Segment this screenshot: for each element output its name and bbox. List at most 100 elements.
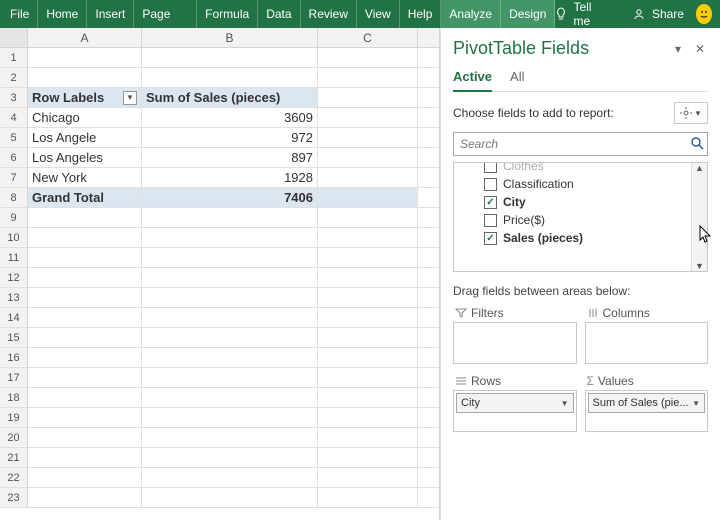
cell[interactable] — [28, 308, 142, 327]
row-header[interactable]: 23 — [0, 488, 28, 507]
cell[interactable] — [318, 108, 418, 127]
row-header[interactable]: 3 — [0, 88, 28, 107]
cell[interactable] — [318, 488, 418, 507]
cell[interactable] — [318, 208, 418, 227]
cell[interactable] — [142, 68, 318, 87]
cell[interactable]: New York — [28, 168, 142, 187]
cell[interactable] — [28, 248, 142, 267]
cell[interactable] — [28, 428, 142, 447]
field-item[interactable]: Classification — [454, 175, 707, 193]
cell[interactable] — [142, 208, 318, 227]
pane-close-icon[interactable]: ✕ — [692, 41, 708, 57]
tell-me[interactable]: Tell me — [573, 0, 603, 28]
tab-analyze[interactable]: Analyze — [441, 0, 501, 28]
cell[interactable] — [318, 268, 418, 287]
tab-formulas[interactable]: Formula — [197, 0, 258, 28]
area-columns[interactable] — [585, 322, 709, 364]
cell[interactable] — [318, 288, 418, 307]
row-header[interactable]: 2 — [0, 68, 28, 87]
cell[interactable] — [318, 128, 418, 147]
cell[interactable] — [28, 328, 142, 347]
cell[interactable] — [28, 48, 142, 67]
cell[interactable] — [28, 448, 142, 467]
column-header-b[interactable]: B — [142, 28, 318, 47]
cell[interactable] — [318, 228, 418, 247]
field-item[interactable]: City — [454, 193, 707, 211]
tab-view[interactable]: View — [357, 0, 400, 28]
cell[interactable]: 3609 — [142, 108, 318, 127]
area-values[interactable]: Sum of Sales (pie...▼ — [585, 390, 709, 432]
cell[interactable] — [142, 48, 318, 67]
row-header[interactable]: 15 — [0, 328, 28, 347]
cell[interactable] — [28, 488, 142, 507]
cell[interactable] — [318, 308, 418, 327]
cell[interactable] — [318, 448, 418, 467]
cell[interactable] — [318, 428, 418, 447]
cell[interactable]: Grand Total — [28, 188, 142, 207]
cell[interactable]: 1928 — [142, 168, 318, 187]
column-header-c[interactable]: C — [318, 28, 418, 47]
cell[interactable] — [318, 388, 418, 407]
field-checkbox[interactable] — [484, 196, 497, 209]
cell[interactable] — [142, 468, 318, 487]
cell[interactable] — [28, 388, 142, 407]
field-list-scrollbar[interactable]: ▲ ▼ — [691, 163, 707, 271]
cell[interactable] — [318, 88, 418, 107]
cell[interactable]: 972 — [142, 128, 318, 147]
scroll-up-icon[interactable]: ▲ — [695, 163, 704, 173]
field-checkbox[interactable] — [484, 214, 497, 227]
tab-help[interactable]: Help — [400, 0, 442, 28]
field-item[interactable]: Sales (pieces) — [454, 229, 707, 247]
row-header[interactable]: 5 — [0, 128, 28, 147]
tab-review[interactable]: Review — [301, 0, 357, 28]
cell[interactable] — [142, 488, 318, 507]
cell[interactable] — [318, 188, 418, 207]
row-header[interactable]: 4 — [0, 108, 28, 127]
row-header[interactable]: 19 — [0, 408, 28, 427]
tab-design[interactable]: Design — [501, 0, 555, 28]
cell[interactable] — [142, 328, 318, 347]
rows-field-city[interactable]: City▼ — [456, 393, 574, 413]
cell[interactable] — [28, 368, 142, 387]
tab-file[interactable]: File — [2, 0, 38, 28]
cell[interactable] — [142, 448, 318, 467]
column-header-a[interactable]: A — [28, 28, 142, 47]
cell[interactable]: Los Angele — [28, 128, 142, 147]
cell[interactable]: Row Labels▼ — [28, 88, 142, 107]
cell[interactable] — [142, 348, 318, 367]
row-header[interactable]: 14 — [0, 308, 28, 327]
cell[interactable] — [142, 408, 318, 427]
tab-data[interactable]: Data — [258, 0, 300, 28]
cell[interactable] — [28, 468, 142, 487]
row-header[interactable]: 7 — [0, 168, 28, 187]
cell[interactable] — [142, 268, 318, 287]
cell[interactable] — [318, 148, 418, 167]
area-filters[interactable] — [453, 322, 577, 364]
row-header[interactable]: 17 — [0, 368, 28, 387]
cell[interactable] — [142, 288, 318, 307]
cell[interactable] — [28, 208, 142, 227]
field-item[interactable]: Price($) — [454, 211, 707, 229]
row-header[interactable]: 18 — [0, 388, 28, 407]
area-rows[interactable]: City▼ — [453, 390, 577, 432]
pane-tab-all[interactable]: All — [510, 65, 524, 91]
tab-insert[interactable]: Insert — [87, 0, 134, 28]
cell[interactable] — [318, 348, 418, 367]
scroll-down-icon[interactable]: ▼ — [695, 261, 704, 271]
row-header[interactable]: 13 — [0, 288, 28, 307]
pane-layout-button[interactable]: ▼ — [674, 102, 708, 124]
cell[interactable] — [142, 388, 318, 407]
cell[interactable] — [28, 68, 142, 87]
cell[interactable] — [142, 248, 318, 267]
select-all-corner[interactable] — [0, 28, 28, 47]
cell[interactable] — [28, 408, 142, 427]
cell[interactable] — [28, 268, 142, 287]
cell[interactable] — [28, 348, 142, 367]
row-header[interactable]: 6 — [0, 148, 28, 167]
cell[interactable] — [318, 368, 418, 387]
row-header[interactable]: 9 — [0, 208, 28, 227]
row-header[interactable]: 1 — [0, 48, 28, 67]
cell[interactable] — [318, 408, 418, 427]
field-checkbox[interactable] — [484, 162, 497, 173]
cell[interactable] — [28, 228, 142, 247]
